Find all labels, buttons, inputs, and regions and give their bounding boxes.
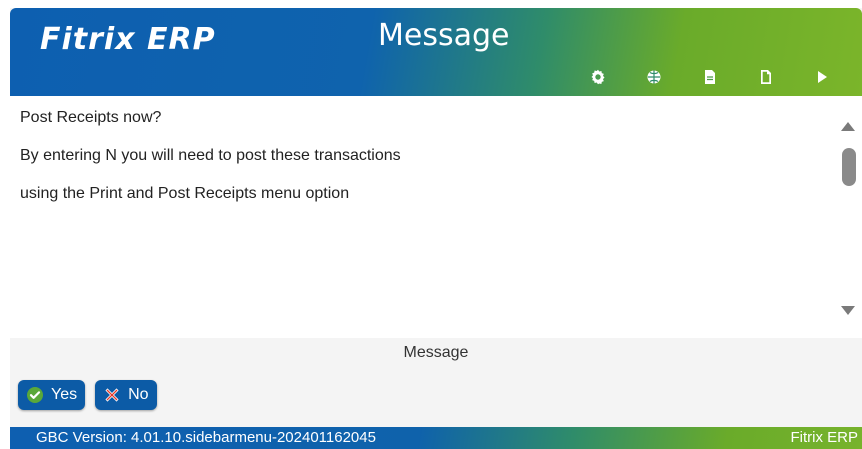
- globe-icon: [647, 70, 661, 84]
- close-icon: [105, 388, 119, 402]
- dialog-buttons: Yes No: [18, 380, 157, 410]
- message-label: Message: [403, 344, 469, 361]
- status-brand-text: Fitrix ERP: [790, 429, 859, 446]
- status-bar: GBC Version: 4.01.10.sidebarmenu-2024011…: [10, 427, 862, 449]
- no-button[interactable]: No: [95, 380, 157, 410]
- settings-button[interactable]: [570, 65, 626, 89]
- globe-button[interactable]: [626, 65, 682, 89]
- scroll-up-arrow-icon[interactable]: [841, 122, 855, 131]
- play-icon: [818, 71, 827, 83]
- window-title: Message: [378, 18, 510, 53]
- message-window: Fitrix ERP Message Post Receipts now? By…: [10, 8, 862, 449]
- no-label: No: [128, 386, 149, 403]
- message-line-2: By entering N you will need to post thes…: [20, 147, 401, 164]
- yes-label: Yes: [51, 386, 78, 403]
- message-line-3: using the Print and Post Receipts menu o…: [20, 185, 350, 202]
- vertical-scrollbar[interactable]: [834, 96, 862, 338]
- message-line-1: Post Receipts now?: [20, 109, 162, 126]
- gear-icon: [591, 69, 605, 85]
- gbc-version-text: GBC Version: 4.01.10.sidebarmenu-2024011…: [36, 429, 376, 446]
- title-bar: Fitrix ERP Message: [10, 8, 862, 96]
- new-document-button[interactable]: [738, 65, 794, 89]
- check-icon: [27, 387, 43, 403]
- scroll-thumb[interactable]: [842, 148, 856, 186]
- message-text: Post Receipts now? By entering N you wil…: [20, 106, 820, 220]
- document-filled-icon: [705, 70, 715, 84]
- run-button[interactable]: [794, 65, 850, 89]
- logo-text: Fitrix ERP: [40, 22, 216, 57]
- fitrix-erp-logo: Fitrix ERP: [40, 22, 216, 57]
- document-button[interactable]: [682, 65, 738, 89]
- yes-button[interactable]: Yes: [18, 380, 86, 410]
- message-area: Post Receipts now? By entering N you wil…: [10, 96, 862, 338]
- scroll-down-arrow-icon[interactable]: [841, 306, 855, 315]
- document-outline-icon: [761, 70, 771, 84]
- header-toolbar: [570, 65, 850, 89]
